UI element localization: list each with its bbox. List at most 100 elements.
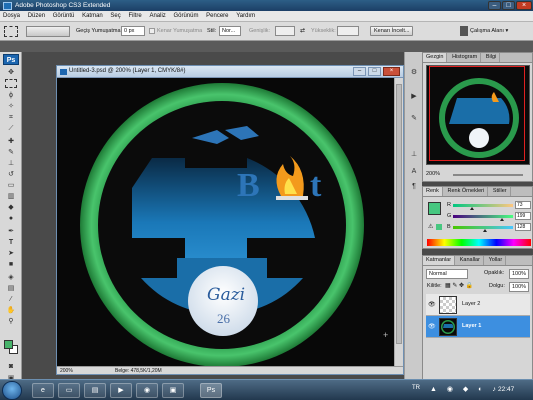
menu-sec[interactable]: Seç xyxy=(110,11,120,22)
clone-source-icon[interactable]: ⊥ xyxy=(408,150,420,160)
3d-tool-icon[interactable]: ◈ xyxy=(5,273,17,282)
zoom-tool-icon[interactable]: ⚲ xyxy=(5,317,17,326)
brushes-icon[interactable]: ✎ xyxy=(408,114,420,124)
lock-icons[interactable]: ▦ ✎ ✥ 🔒 xyxy=(445,282,473,289)
document-title-bar[interactable]: Untitled-3.psd @ 200% (Layer 1, CMYK/8#)… xyxy=(57,66,403,78)
r-slider-thumb[interactable] xyxy=(470,207,475,210)
doc-close-button[interactable]: × xyxy=(383,67,400,76)
eyedropper-tool-icon[interactable]: ⁄ xyxy=(5,295,17,304)
tab-layers[interactable]: Katmanlar xyxy=(423,256,456,265)
vertical-scrollbar[interactable] xyxy=(394,78,403,366)
refine-edge-button[interactable]: Kenarı İncelt... xyxy=(370,26,414,36)
taskbar-photoshop-icon[interactable]: Ps xyxy=(200,383,222,398)
b-slider-thumb[interactable] xyxy=(483,229,487,232)
taskbar-app2-icon[interactable]: ▣ xyxy=(162,383,184,398)
swap-icon[interactable]: ⇄ xyxy=(300,26,305,36)
magic-wand-tool-icon[interactable]: ✧ xyxy=(5,102,17,111)
quick-mask-icon[interactable]: ◙ xyxy=(5,362,17,371)
gamut-swatch[interactable] xyxy=(436,224,442,230)
actions-icon[interactable]: ▶ xyxy=(408,92,420,102)
shape-tool-icon[interactable]: ■ xyxy=(5,260,17,269)
marquee-preset-icon[interactable] xyxy=(4,26,18,37)
foreground-color-swatch[interactable] xyxy=(4,340,13,349)
hand-tool-icon[interactable]: ✋ xyxy=(5,306,17,315)
scroll-thumb[interactable] xyxy=(396,84,402,344)
taskbar-app-icon[interactable]: ◉ xyxy=(136,383,158,398)
width-input[interactable] xyxy=(275,26,295,36)
color-foreground-swatch[interactable] xyxy=(428,202,441,215)
healing-brush-tool-icon[interactable]: ✚ xyxy=(5,137,17,146)
doc-maximize-button[interactable]: □ xyxy=(368,67,381,76)
tab-navigator[interactable]: Gezgin xyxy=(423,53,448,62)
clone-stamp-tool-icon[interactable]: ⊥ xyxy=(5,159,17,168)
layer-row-selected[interactable]: 👁 Layer 1 xyxy=(426,316,530,338)
g-slider[interactable] xyxy=(453,215,513,221)
doc-minimize-button[interactable]: – xyxy=(353,67,366,76)
workspace-button[interactable]: Çalışma Alanı ▾ xyxy=(470,26,508,36)
b-slider[interactable] xyxy=(453,226,513,232)
blur-tool-icon[interactable]: ◆ xyxy=(5,203,17,212)
tab-styles[interactable]: Stiller xyxy=(490,187,511,196)
start-button[interactable] xyxy=(2,381,22,400)
clock[interactable]: 22:47 xyxy=(498,386,514,393)
taskbar-ie-icon[interactable]: e xyxy=(32,383,54,398)
menu-analiz[interactable]: Analiz xyxy=(149,11,165,22)
menu-katman[interactable]: Katman xyxy=(82,11,103,22)
eraser-tool-icon[interactable]: ▭ xyxy=(5,181,17,190)
tab-swatches[interactable]: Renk Örnekleri xyxy=(445,187,489,196)
r-value[interactable]: 73 xyxy=(515,201,531,209)
tab-color[interactable]: Renk xyxy=(423,187,443,196)
tab-histogram[interactable]: Histogram xyxy=(449,53,482,62)
character-icon[interactable]: A xyxy=(408,167,420,177)
notes-tool-icon[interactable]: ▤ xyxy=(5,284,17,293)
menu-gorunum[interactable]: Görünüm xyxy=(173,11,198,22)
gamut-warning-icon[interactable]: ⚠ xyxy=(428,223,433,230)
history-icon[interactable]: ⚙ xyxy=(408,68,420,78)
menu-filtre[interactable]: Filtre xyxy=(128,11,141,22)
path-selection-tool-icon[interactable]: ➤ xyxy=(5,249,17,258)
tray-icons[interactable]: ▲ ◉ ◆ ◐ ♪ xyxy=(430,385,500,393)
visibility-eye-icon[interactable]: 👁 xyxy=(428,323,436,330)
navigator-view-box[interactable] xyxy=(429,66,525,161)
r-slider[interactable] xyxy=(453,204,513,210)
taskbar-media-icon[interactable]: ▶ xyxy=(110,383,132,398)
language-indicator[interactable]: TR xyxy=(412,385,420,391)
g-value[interactable]: 199 xyxy=(515,212,531,220)
menu-goruntu[interactable]: Görüntü xyxy=(53,11,75,22)
antialias-checkbox[interactable] xyxy=(149,28,155,34)
type-tool-icon[interactable]: T xyxy=(5,238,17,247)
height-input[interactable] xyxy=(337,26,359,36)
blend-mode-select[interactable]: Normal xyxy=(426,269,468,279)
zoom-level[interactable]: 200% xyxy=(60,367,73,375)
selection-mode-buttons[interactable] xyxy=(26,26,70,37)
crop-tool-icon[interactable]: ⌗ xyxy=(5,113,17,122)
menu-yardim[interactable]: Yardım xyxy=(236,11,255,22)
close-button[interactable]: × xyxy=(516,1,532,10)
tab-channels[interactable]: Kanallar xyxy=(457,256,484,265)
tab-paths[interactable]: Yollar xyxy=(486,256,507,265)
canvas[interactable]: B t Gazi 26 + xyxy=(57,78,394,367)
menu-pencere[interactable]: Pencere xyxy=(206,11,228,22)
dodge-tool-icon[interactable]: ● xyxy=(5,214,17,223)
style-select[interactable]: Nor... xyxy=(219,26,241,36)
menu-duzen[interactable]: Düzen xyxy=(28,11,45,22)
g-slider-thumb[interactable] xyxy=(499,218,504,221)
taskbar-folder-icon[interactable]: ▤ xyxy=(84,383,106,398)
lasso-tool-icon[interactable]: ϕ xyxy=(5,91,17,100)
gradient-tool-icon[interactable]: ▥ xyxy=(5,192,17,201)
move-tool-icon[interactable]: ✥ xyxy=(5,68,17,77)
paragraph-icon[interactable]: ¶ xyxy=(408,182,420,192)
tab-info[interactable]: Bilgi xyxy=(483,53,501,62)
taskbar-explorer-icon[interactable]: ▭ xyxy=(58,383,80,398)
marquee-tool-icon[interactable] xyxy=(5,79,17,88)
b-value[interactable]: 128 xyxy=(515,223,531,231)
slice-tool-icon[interactable]: ⟋ xyxy=(5,124,17,133)
visibility-eye-icon[interactable]: 👁 xyxy=(428,301,436,308)
brush-tool-icon[interactable]: ✎ xyxy=(5,148,17,157)
layer-row[interactable]: 👁 Layer 2 xyxy=(426,294,530,316)
menu-dosya[interactable]: Dosya xyxy=(3,11,20,22)
minimize-button[interactable]: – xyxy=(488,1,501,10)
fill-input[interactable]: 100% xyxy=(509,282,529,292)
opacity-input[interactable]: 100% xyxy=(509,269,529,279)
maximize-button[interactable]: □ xyxy=(502,1,515,10)
